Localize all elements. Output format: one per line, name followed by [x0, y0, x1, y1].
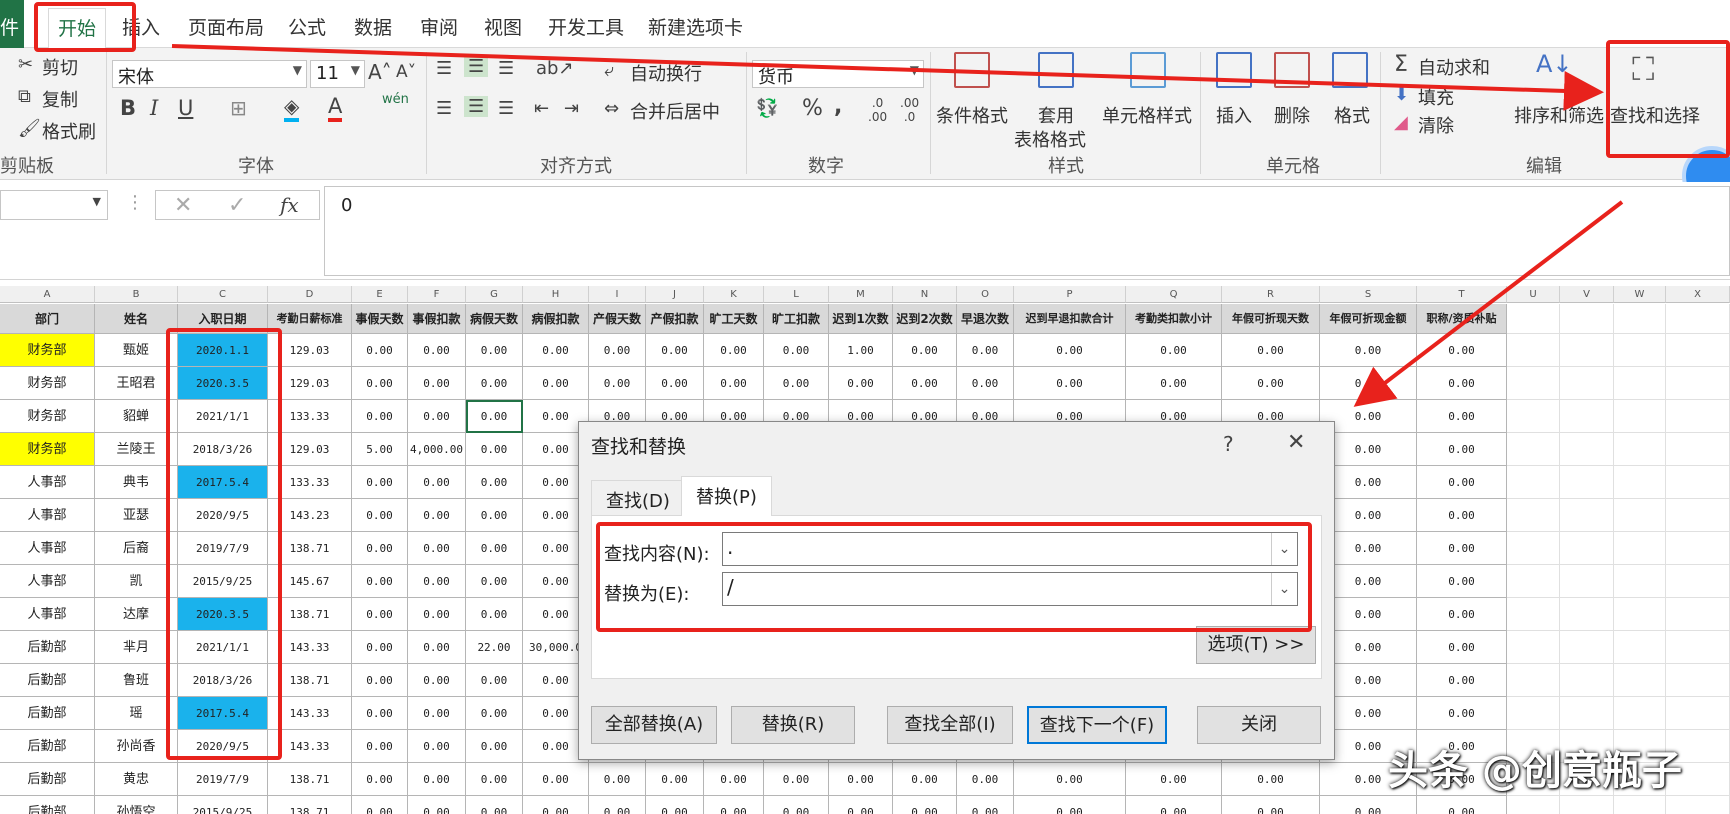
- arrow-to-find: [171, 44, 1604, 111]
- tab-replace[interactable]: 替换(P): [681, 476, 772, 516]
- watermark: 头条 @创意瓶子: [1388, 748, 1682, 794]
- annotation-arrows: [171, 44, 1624, 407]
- arrow-to-dialog: [1353, 200, 1624, 407]
